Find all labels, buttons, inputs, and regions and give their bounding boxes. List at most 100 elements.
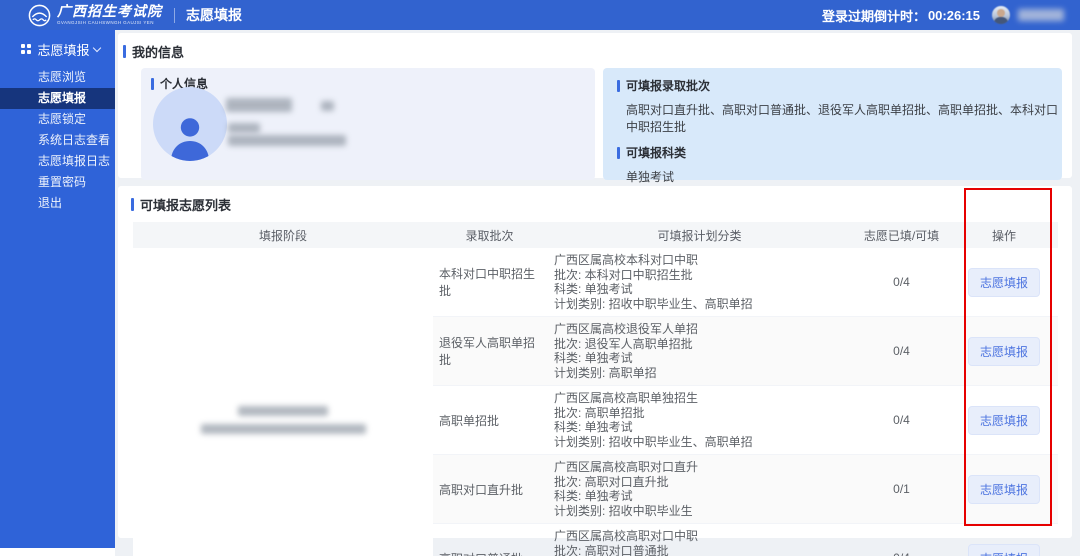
plan-line: 批次: 本科对口中职招生批 bbox=[554, 268, 849, 283]
session-countdown-value: 00:26:15 bbox=[928, 8, 980, 23]
plan-line: 批次: 高职对口普通批 bbox=[554, 544, 849, 556]
top-header-bar: 广西招生考试院 GVANGJSIH CAUHSWNGH GAUJSI YEN 志… bbox=[0, 0, 1080, 30]
logo-text: 广西招生考试院 GVANGJSIH CAUHSWNGH GAUJSI YEN bbox=[57, 5, 162, 26]
fill-volunteer-button[interactable]: 志愿填报 bbox=[968, 475, 1040, 504]
my-info-title-text: 我的信息 bbox=[132, 42, 184, 61]
fillable-info-panel: 可填报录取批次 高职对口直升批、高职对口普通批、退役军人高职单招批、高职单招批、… bbox=[603, 68, 1062, 180]
logo-title: 广西招生考试院 bbox=[57, 5, 162, 19]
redacted-id-number bbox=[228, 135, 346, 146]
sidebar-item-volunteer-browse[interactable]: 志愿浏览 bbox=[0, 67, 115, 88]
plan-line: 科类: 单独考试 bbox=[554, 420, 849, 435]
batch-cell: 高职对口普通批 bbox=[433, 524, 546, 556]
plan-cell: 广西区属高校本科对口中职 批次: 本科对口中职招生批 科类: 单独考试 计划类别… bbox=[546, 248, 853, 317]
plan-line: 计划类别: 招收中职毕业生、高职单招 bbox=[554, 435, 849, 450]
filled-count-cell: 0/4 bbox=[853, 524, 950, 556]
plan-line: 批次: 高职单招批 bbox=[554, 406, 849, 421]
plan-line: 批次: 退役军人高职单招批 bbox=[554, 337, 849, 352]
filled-count-cell: 0/1 bbox=[853, 455, 950, 524]
logo-subtitle: GVANGJSIH CAUHSWNGH GAUJSI YEN bbox=[57, 21, 162, 26]
plan-line: 广西区属高校高职单独招生 bbox=[554, 391, 849, 406]
plan-line: 广西区属高校高职对口中职 bbox=[554, 529, 849, 544]
batch-cell: 高职对口直升批 bbox=[433, 455, 546, 524]
sidebar-item-system-log[interactable]: 系统日志查看 bbox=[0, 130, 115, 151]
sidebar-item-volunteer-lock[interactable]: 志愿锁定 bbox=[0, 109, 115, 130]
page-title: 志愿填报 bbox=[186, 5, 242, 25]
title-accent-bar bbox=[123, 45, 126, 58]
batch-cell: 本科对口中职招生批 bbox=[433, 248, 546, 317]
redacted-badge bbox=[321, 101, 334, 111]
plan-line: 科类: 单独考试 bbox=[554, 489, 849, 504]
main-content: 我的信息 个人信息 bbox=[115, 30, 1080, 556]
sidebar-item-fill-log[interactable]: 志愿填报日志 bbox=[0, 151, 115, 172]
my-info-card: 我的信息 个人信息 bbox=[118, 33, 1072, 178]
fill-volunteer-button[interactable]: 志愿填报 bbox=[968, 406, 1040, 435]
volunteer-table: 填报阶段 录取批次 可填报计划分类 志愿已填/可填 操作 本科对口中职招生批 bbox=[133, 222, 1058, 556]
action-cell: 志愿填报 bbox=[950, 386, 1058, 455]
title-accent-bar bbox=[151, 78, 154, 90]
plan-line: 计划类别: 招收中职毕业生 bbox=[554, 504, 849, 519]
sidebar-item-volunteer-fill[interactable]: 志愿填报 bbox=[0, 88, 115, 109]
plan-line: 广西区属高校高职对口直升 bbox=[554, 460, 849, 475]
plan-line: 计划类别: 招收中职毕业生、高职单招 bbox=[554, 297, 849, 312]
filled-count-cell: 0/4 bbox=[853, 386, 950, 455]
volunteer-list-title-text: 可填报志愿列表 bbox=[140, 195, 231, 214]
redacted-username[interactable] bbox=[1018, 9, 1064, 21]
plan-line: 批次: 高职对口直升批 bbox=[554, 475, 849, 490]
redacted-gender bbox=[228, 123, 260, 133]
redacted-stage-name bbox=[238, 406, 328, 416]
fill-volunteer-button[interactable]: 志愿填报 bbox=[968, 268, 1040, 297]
personal-info-panel: 个人信息 bbox=[141, 68, 595, 180]
filled-count-cell: 0/4 bbox=[853, 317, 950, 386]
column-header-action: 操作 bbox=[950, 222, 1058, 248]
title-accent-bar bbox=[131, 198, 134, 211]
grid-icon bbox=[21, 44, 31, 54]
fillable-subjects-title: 可填报科类 bbox=[617, 144, 1062, 161]
plan-cell: 广西区属高校高职单独招生 批次: 高职单招批 科类: 单独考试 计划类别: 招收… bbox=[546, 386, 853, 455]
header-divider bbox=[174, 8, 175, 23]
action-cell: 志愿填报 bbox=[950, 248, 1058, 317]
column-header-batch: 录取批次 bbox=[433, 222, 546, 248]
title-accent-bar bbox=[617, 80, 620, 92]
batch-cell: 退役军人高职单招批 bbox=[433, 317, 546, 386]
fillable-batches-title: 可填报录取批次 bbox=[617, 77, 1062, 94]
plan-cell: 广西区属高校退役军人单招 批次: 退役军人高职单招批 科类: 单独考试 计划类别… bbox=[546, 317, 853, 386]
plan-line: 广西区属高校本科对口中职 bbox=[554, 253, 849, 268]
stage-cell-redacted bbox=[133, 248, 433, 556]
my-info-section-title: 我的信息 bbox=[118, 33, 1072, 61]
batch-cell: 高职单招批 bbox=[433, 386, 546, 455]
person-icon bbox=[166, 113, 214, 161]
sidebar-item-logout[interactable]: 退出 bbox=[0, 193, 115, 214]
action-cell: 志愿填报 bbox=[950, 317, 1058, 386]
chevron-down-icon bbox=[93, 43, 101, 51]
redacted-name bbox=[226, 98, 292, 112]
plan-cell: 广西区属高校高职对口直升 批次: 高职对口直升批 科类: 单独考试 计划类别: … bbox=[546, 455, 853, 524]
sidebar-nav: 志愿填报 志愿浏览 志愿填报 志愿锁定 系统日志查看 志愿填报日志 重置密码 退… bbox=[0, 30, 115, 548]
sidebar-item-reset-password[interactable]: 重置密码 bbox=[0, 172, 115, 193]
filled-count-cell: 0/4 bbox=[853, 248, 950, 317]
info-panels: 个人信息 可填报录取批次 bbox=[141, 68, 1062, 180]
fill-volunteer-button[interactable]: 志愿填报 bbox=[968, 544, 1040, 556]
header-right: 登录过期倒计时： 00:26:15 bbox=[822, 6, 1064, 25]
column-header-plan: 可填报计划分类 bbox=[546, 222, 853, 248]
action-cell: 志愿填报 bbox=[950, 455, 1058, 524]
volunteer-list-card: 可填报志愿列表 填报阶段 录取批次 可填报计划分类 志愿已填/可填 操作 bbox=[118, 186, 1072, 538]
fillable-subjects-title-text: 可填报科类 bbox=[626, 144, 686, 161]
table-row: 本科对口中职招生批 广西区属高校本科对口中职 批次: 本科对口中职招生批 科类:… bbox=[133, 248, 1058, 317]
title-accent-bar bbox=[617, 147, 620, 159]
sidebar-parent-volunteer-fill[interactable]: 志愿填报 bbox=[0, 38, 115, 60]
logo-emblem-icon bbox=[28, 4, 51, 27]
sidebar-parent-label: 志愿填报 bbox=[38, 40, 90, 59]
profile-avatar bbox=[153, 87, 227, 161]
redacted-stage-dates bbox=[201, 424, 366, 434]
table-header-row: 填报阶段 录取批次 可填报计划分类 志愿已填/可填 操作 bbox=[133, 222, 1058, 248]
volunteer-list-section-title: 可填报志愿列表 bbox=[118, 186, 1072, 214]
fillable-batches-value: 高职对口直升批、高职对口普通批、退役军人高职单招批、高职单招批、本科对口中职招生… bbox=[626, 101, 1062, 135]
plan-line: 广西区属高校退役军人单招 bbox=[554, 322, 849, 337]
plan-line: 科类: 单独考试 bbox=[554, 282, 849, 297]
fill-volunteer-button[interactable]: 志愿填报 bbox=[968, 337, 1040, 366]
plan-cell: 广西区属高校高职对口中职 批次: 高职对口普通批 科类: 单独考试 计划类别: … bbox=[546, 524, 853, 556]
plan-line: 计划类别: 高职单招 bbox=[554, 366, 849, 381]
sidebar-menu: 志愿浏览 志愿填报 志愿锁定 系统日志查看 志愿填报日志 重置密码 退出 bbox=[0, 67, 115, 214]
user-avatar[interactable] bbox=[992, 6, 1010, 24]
fillable-batches-title-text: 可填报录取批次 bbox=[626, 77, 710, 94]
